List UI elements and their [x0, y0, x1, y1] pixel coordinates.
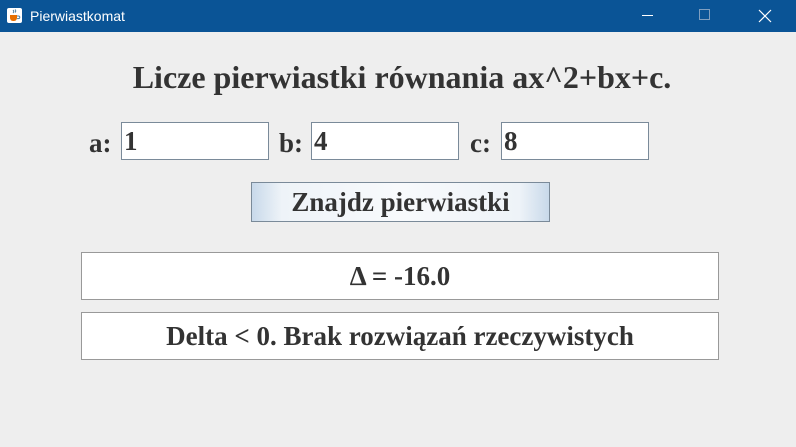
label-a: a:	[89, 128, 112, 158]
input-a[interactable]	[121, 122, 269, 160]
title-bar[interactable]: Pierwiastkomat	[0, 0, 796, 32]
result-output: Delta < 0. Brak rozwiązań rzeczywistych	[81, 312, 719, 360]
close-icon[interactable]	[742, 0, 788, 32]
page-title: Licze pierwiastki równania ax^2+bx+c.	[132, 59, 672, 95]
app-window: Pierwiastkomat Licze pierwiastki równani…	[0, 0, 796, 447]
maximize-icon[interactable]	[682, 0, 728, 32]
java-cup-icon	[7, 8, 22, 23]
delta-output: Δ = -16.0	[81, 252, 719, 300]
window-title: Pierwiastkomat	[30, 8, 125, 24]
find-roots-button[interactable]: Znajdz pierwiastki	[251, 182, 550, 222]
input-b[interactable]	[311, 122, 459, 160]
input-c[interactable]	[501, 122, 649, 160]
minimize-icon[interactable]	[625, 0, 671, 32]
label-b: b:	[279, 128, 304, 158]
label-c: c:	[470, 128, 491, 158]
